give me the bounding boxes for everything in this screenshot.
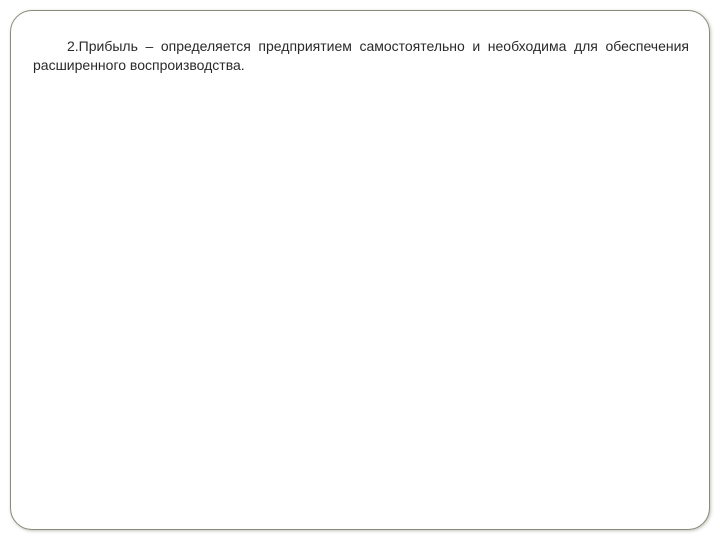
slide-frame: 2.Прибыль – определяется предприятием са… — [10, 10, 710, 530]
slide-content: 2.Прибыль – определяется предприятием са… — [33, 37, 689, 75]
body-paragraph: 2.Прибыль – определяется предприятием са… — [33, 37, 689, 75]
slide: 2.Прибыль – определяется предприятием са… — [0, 0, 720, 540]
